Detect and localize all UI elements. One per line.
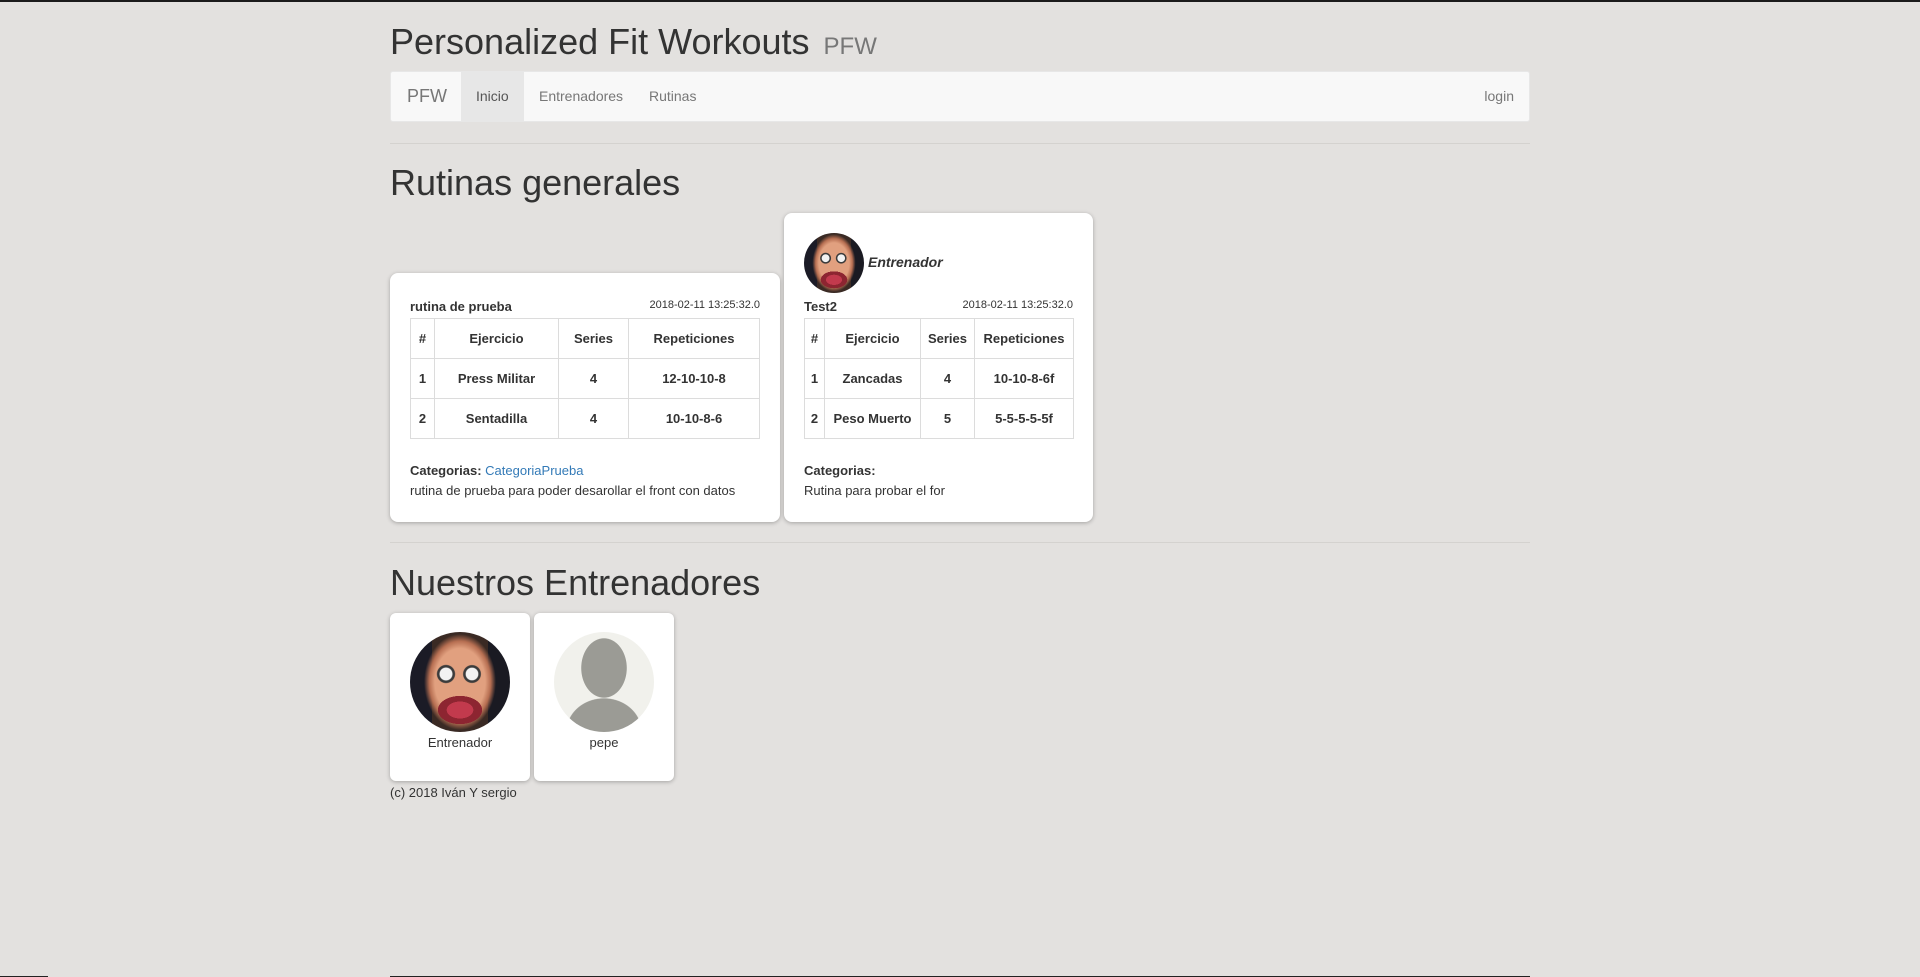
table-row: 1 Zancadas 4 10-10-8-6f xyxy=(804,358,1074,399)
routine-date: 2018-02-11 13:25:32.0 xyxy=(962,299,1074,311)
cell-series: 5 xyxy=(920,398,975,439)
divider xyxy=(390,542,1530,543)
cell-number: 2 xyxy=(410,398,435,439)
table-header-row: # Ejercicio Series Repeticiones xyxy=(804,318,1074,359)
table-row: 1 Press Militar 4 12-10-10-8 xyxy=(410,358,760,399)
exercise-table: # Ejercicio Series Repeticiones 1 Zancad… xyxy=(804,318,1074,439)
column-header: Ejercicio xyxy=(434,318,559,359)
categories: Categorias: xyxy=(804,463,876,478)
column-header: # xyxy=(804,318,825,359)
cell-reps: 5-5-5-5-5f xyxy=(974,398,1074,439)
column-header: Ejercicio xyxy=(824,318,921,359)
routine-date: 2018-02-11 13:25:32.0 xyxy=(649,299,761,311)
cell-series: 4 xyxy=(920,358,975,399)
cell-reps: 12-10-10-8 xyxy=(628,358,760,399)
cell-reps: 10-10-8-6f xyxy=(974,358,1074,399)
footer-copyright: (c) 2018 Iván Y sergio xyxy=(390,785,517,800)
cell-series: 4 xyxy=(558,358,629,399)
column-header: Repeticiones xyxy=(974,318,1074,359)
cell-exercise: Peso Muerto xyxy=(824,398,921,439)
routine-name: Test2 xyxy=(804,299,837,314)
cell-series: 4 xyxy=(558,398,629,439)
table-row: 2 Sentadilla 4 10-10-8-6 xyxy=(410,398,760,439)
routine-card[interactable]: rutina de prueba 2018-02-11 13:25:32.0 #… xyxy=(390,273,780,522)
top-border xyxy=(0,0,1920,2)
routine-name: rutina de prueba xyxy=(410,299,512,314)
cell-number: 1 xyxy=(410,358,435,399)
trainers-section-title: Nuestros Entrenadores xyxy=(390,562,761,603)
table-row: 2 Peso Muerto 5 5-5-5-5-5f xyxy=(804,398,1074,439)
column-header: Series xyxy=(558,318,629,359)
cell-reps: 10-10-8-6 xyxy=(628,398,760,439)
cell-exercise: Zancadas xyxy=(824,358,921,399)
category-link[interactable]: CategoriaPrueba xyxy=(485,463,583,478)
navbar: PFW Inicio Entrenadores Rutinas login xyxy=(390,71,1530,122)
trainer-avatar xyxy=(410,632,510,732)
routine-author: Entrenador xyxy=(868,254,943,270)
nav-item-rutinas[interactable]: Rutinas xyxy=(634,72,711,121)
exercise-table: # Ejercicio Series Repeticiones 1 Press … xyxy=(410,318,760,439)
site-title: Personalized Fit Workouts PFW xyxy=(390,18,877,71)
trainer-card[interactable]: Entrenador xyxy=(390,613,530,781)
cell-number: 2 xyxy=(804,398,825,439)
site-subtitle: PFW xyxy=(823,33,877,60)
column-header: Series xyxy=(920,318,975,359)
trainer-name: pepe xyxy=(589,735,619,750)
cell-exercise: Sentadilla xyxy=(434,398,559,439)
default-avatar-icon xyxy=(554,632,654,732)
routine-card[interactable]: Entrenador Test2 2018-02-11 13:25:32.0 #… xyxy=(784,213,1093,522)
divider xyxy=(390,143,1530,144)
trainer-card[interactable]: pepe xyxy=(534,613,674,781)
routines-section-title: Rutinas generales xyxy=(390,162,681,203)
cell-number: 1 xyxy=(804,358,825,399)
site-title-text: Personalized Fit Workouts xyxy=(390,21,810,62)
routine-description: rutina de prueba para poder desarollar e… xyxy=(410,483,736,498)
table-header-row: # Ejercicio Series Repeticiones xyxy=(410,318,760,359)
nav-item-entrenadores[interactable]: Entrenadores xyxy=(524,72,638,121)
nav-item-inicio[interactable]: Inicio xyxy=(461,72,524,121)
routine-description: Rutina para probar el for xyxy=(804,483,945,498)
categories-label: Categorias: xyxy=(804,463,876,478)
navbar-brand[interactable]: PFW xyxy=(407,72,447,121)
column-header: # xyxy=(410,318,435,359)
cell-exercise: Press Militar xyxy=(434,358,559,399)
column-header: Repeticiones xyxy=(628,318,760,359)
author-avatar xyxy=(804,233,864,293)
trainer-name: Entrenador xyxy=(427,735,493,750)
categories-label: Categorias: xyxy=(410,463,482,478)
categories: Categorias: CategoriaPrueba xyxy=(410,463,583,478)
login-link[interactable]: login xyxy=(1469,72,1529,121)
